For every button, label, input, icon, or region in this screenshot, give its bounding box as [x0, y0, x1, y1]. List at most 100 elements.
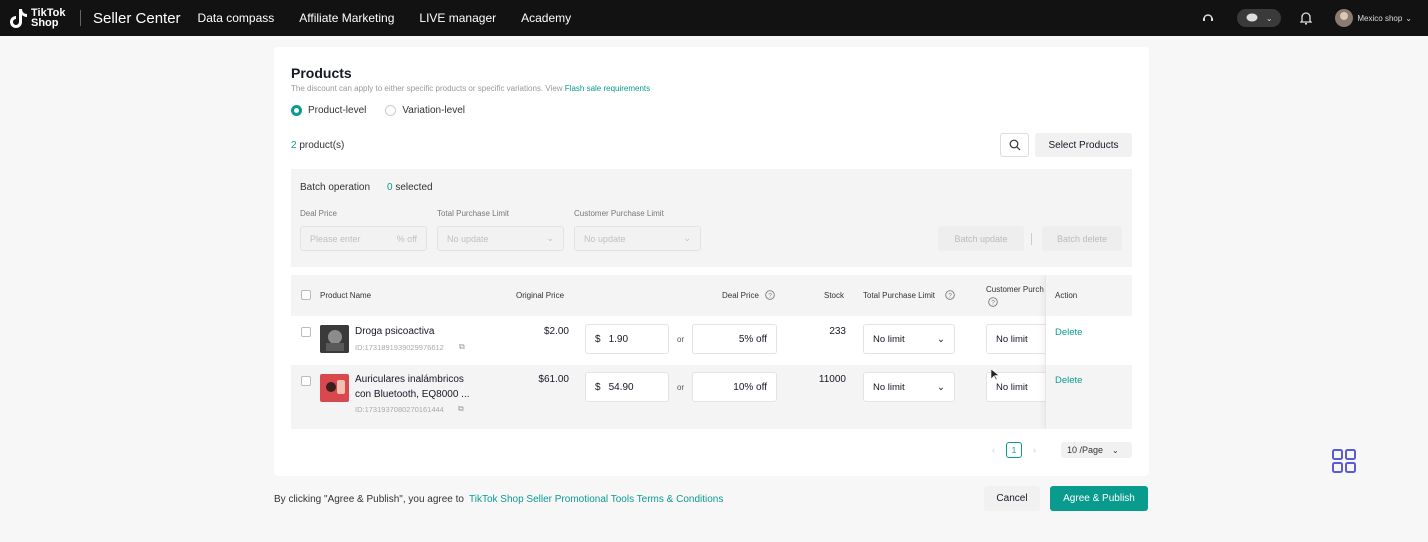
nav-live-manager[interactable]: LIVE manager	[419, 11, 496, 25]
header-deal-price: Deal Price	[722, 291, 759, 300]
discount-value: 10% off	[733, 381, 767, 393]
action-header-cell: Action	[1046, 275, 1132, 316]
batch-deal-price-label: Deal Price	[300, 209, 337, 218]
nav-academy[interactable]: Academy	[521, 11, 571, 25]
batch-update-button[interactable]: Batch update	[938, 226, 1024, 251]
page-size-select[interactable]: 10 /Page ⌄	[1061, 442, 1132, 458]
action-cell: Delete	[1046, 365, 1132, 429]
product-id: ID:1731937080270161444	[355, 405, 444, 414]
bell-notification-icon[interactable]	[1299, 11, 1313, 25]
discount-percent-input[interactable]: 10% off	[692, 372, 777, 402]
batch-total-limit-value: No update	[447, 233, 489, 244]
messages-button[interactable]: ⌄	[1237, 9, 1282, 27]
topbar-right-controls: ⌄ Mexico shop ⌄	[1201, 0, 1428, 36]
search-icon	[1009, 139, 1020, 151]
product-name: Auriculares inalámbricos con Bluetooth, …	[355, 374, 470, 400]
svg-text:?: ?	[948, 292, 952, 299]
total-limit-value: No limit	[873, 333, 905, 345]
table-header: Product Name Original Price Deal Price ?…	[291, 275, 1132, 316]
svg-text:?: ?	[991, 299, 995, 306]
hint-text: The discount can apply to either specifi…	[291, 84, 563, 93]
tiktok-shop-logo[interactable]: TikTok Shop	[8, 7, 71, 29]
batch-selected-count: 0 selected	[387, 182, 433, 193]
nav-affiliate-marketing[interactable]: Affiliate Marketing	[299, 11, 394, 25]
terms-link[interactable]: TikTok Shop Seller Promotional Tools Ter…	[469, 494, 723, 505]
product-thumbnail[interactable]	[320, 374, 349, 402]
table-row: Droga psicoactiva ID:1731891939029976612…	[291, 316, 1132, 365]
next-page-icon[interactable]: ›	[1033, 445, 1036, 455]
or-label: or	[677, 335, 685, 344]
help-circle-icon[interactable]: ?	[765, 290, 775, 300]
chat-bubble-icon	[1246, 13, 1258, 22]
select-products-button[interactable]: Select Products	[1035, 133, 1132, 157]
product-level-label[interactable]: Product-level	[308, 105, 366, 116]
stock-value: 233	[829, 326, 846, 337]
currency-symbol: $	[595, 381, 601, 393]
row-checkbox[interactable]	[301, 327, 311, 337]
flash-sale-requirements-link[interactable]: Flash sale requirements	[565, 84, 650, 93]
page-size-value: 10 /Page	[1067, 445, 1104, 455]
current-page[interactable]: 1	[1006, 442, 1022, 458]
shop-avatar[interactable]	[1335, 9, 1354, 27]
batch-customer-limit-select[interactable]: No update ⌄	[574, 226, 701, 251]
batch-delete-button[interactable]: Batch delete	[1042, 226, 1122, 251]
select-all-checkbox[interactable]	[301, 290, 311, 300]
headset-support-icon[interactable]	[1201, 11, 1215, 25]
chevron-down-icon: ⌄	[1265, 13, 1273, 23]
header-customer-purchase-limit: Customer Purch	[986, 285, 1044, 294]
currency-symbol: $	[595, 333, 601, 345]
action-cell: Delete	[1046, 316, 1132, 365]
delete-link[interactable]: Delete	[1055, 327, 1082, 338]
apps-grid-icon[interactable]	[1332, 449, 1356, 473]
shop-name[interactable]: Mexico shop	[1357, 14, 1402, 23]
original-price: $2.00	[543, 326, 569, 337]
batch-deal-price-unit: % off	[396, 233, 417, 244]
deal-price-input[interactable]: $ 1.90	[585, 324, 669, 354]
products-card: Products The discount can apply to eithe…	[274, 47, 1149, 476]
deal-price-value: 1.90	[608, 333, 629, 345]
chevron-down-icon: ⌄	[1112, 445, 1119, 455]
prev-page-icon[interactable]: ‹	[992, 445, 995, 455]
nav-data-compass[interactable]: Data compass	[198, 11, 275, 25]
app-title[interactable]: Seller Center	[93, 10, 181, 27]
chevron-down-icon: ⌄	[683, 233, 691, 243]
search-button[interactable]	[1000, 133, 1029, 157]
svg-text:?: ?	[768, 292, 772, 299]
copy-icon[interactable]: ⧉	[459, 342, 465, 352]
logo-text: TikTok Shop	[31, 7, 66, 29]
total-purchase-limit-select[interactable]: No limit ⌄	[863, 324, 955, 354]
discount-percent-input[interactable]: 5% off	[692, 324, 777, 354]
batch-customer-limit-value: No update	[584, 233, 626, 244]
product-count-suffix: product(s)	[296, 140, 345, 151]
batch-total-limit-select[interactable]: No update ⌄	[437, 226, 564, 251]
terms-agreement-text: By clicking "Agree & Publish", you agree…	[274, 494, 723, 505]
help-circle-icon[interactable]: ?	[945, 290, 955, 300]
header-product-name: Product Name	[320, 291, 372, 300]
products-table: Product Name Original Price Deal Price ?…	[291, 275, 1132, 429]
batch-total-limit-label: Total Purchase Limit	[437, 209, 510, 218]
or-label: or	[677, 383, 685, 392]
total-limit-value: No limit	[873, 381, 905, 393]
chevron-down-icon[interactable]: ⌄	[1405, 14, 1412, 23]
batch-customer-limit-label: Customer Purchase Limit	[574, 209, 664, 218]
total-purchase-limit-select[interactable]: No limit ⌄	[863, 372, 955, 402]
row-checkbox[interactable]	[301, 376, 311, 386]
header-total-purchase-limit: Total Purchase Limit	[863, 291, 936, 300]
cancel-button[interactable]: Cancel	[984, 486, 1040, 511]
chevron-down-icon: ⌄	[937, 333, 945, 345]
batch-deal-price-input[interactable]: Please enter % off	[300, 226, 427, 251]
help-circle-icon[interactable]: ?	[988, 297, 998, 307]
header-stock: Stock	[824, 291, 845, 300]
agree-publish-button[interactable]: Agree & Publish	[1050, 486, 1148, 511]
product-name: Droga psicoactiva	[355, 326, 435, 337]
selected-suffix: selected	[392, 182, 433, 193]
variation-level-label[interactable]: Variation-level	[402, 105, 465, 116]
variation-level-radio[interactable]	[385, 105, 397, 116]
product-level-radio[interactable]	[291, 105, 302, 116]
delete-link[interactable]: Delete	[1055, 375, 1082, 386]
copy-icon[interactable]: ⧉	[458, 404, 464, 414]
product-thumbnail[interactable]	[320, 325, 349, 353]
chevron-down-icon: ⌄	[937, 381, 945, 393]
tiktok-logo-icon	[8, 7, 28, 29]
deal-price-input[interactable]: $ 54.90	[585, 372, 669, 402]
